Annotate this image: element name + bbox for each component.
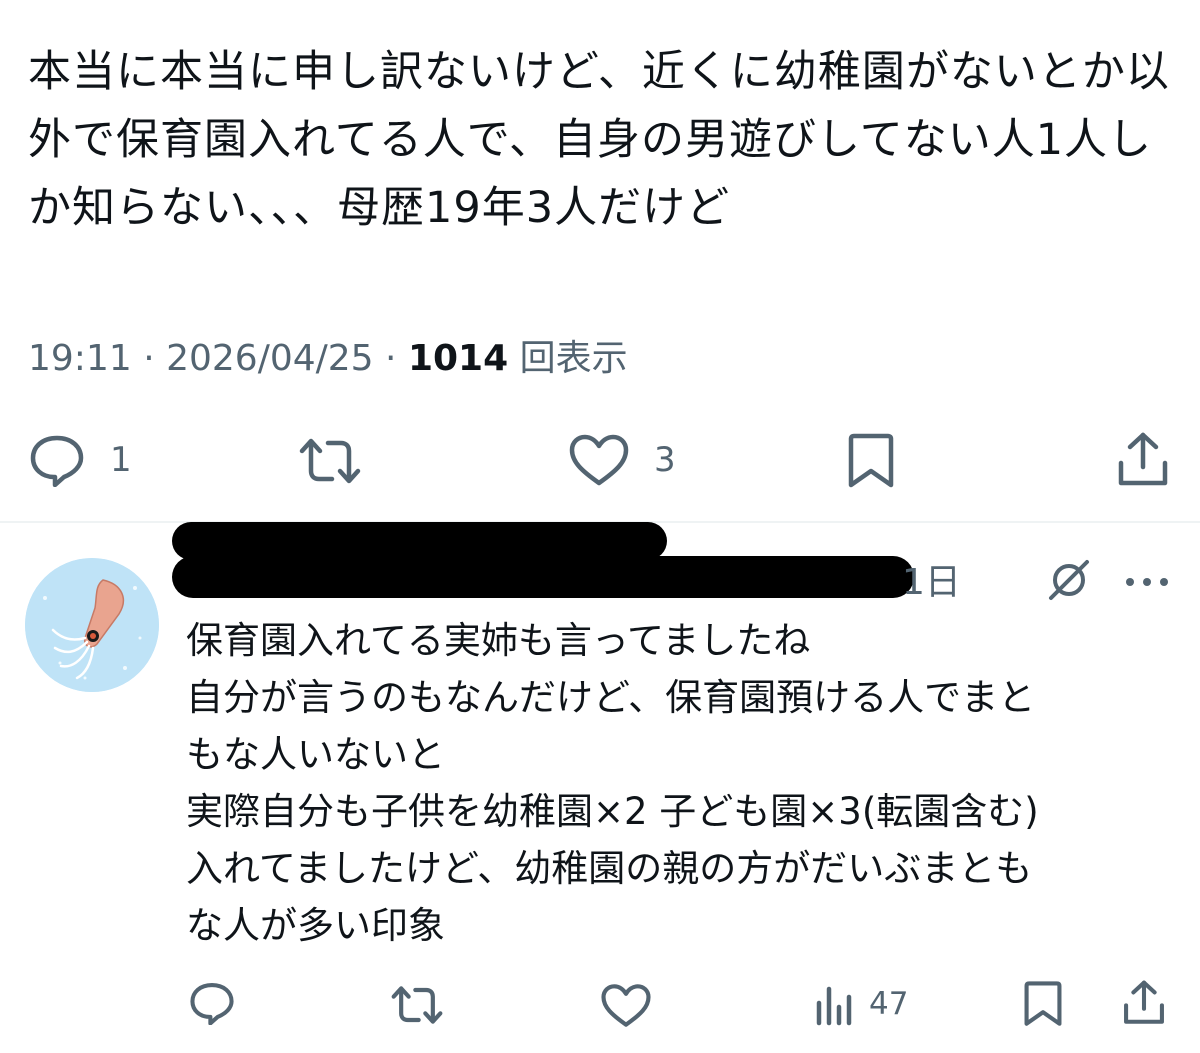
like-count: 3 bbox=[654, 440, 676, 480]
reply-date[interactable]: 1日 bbox=[902, 553, 961, 605]
redacted-handle bbox=[172, 556, 914, 598]
retweet-button[interactable] bbox=[390, 985, 444, 1025]
reply-line: 自分が言うのもなんだけど、保育園預ける人でまと bbox=[186, 676, 1036, 719]
views-icon bbox=[816, 986, 852, 1026]
heart-icon bbox=[601, 984, 651, 1027]
reply-line: 実際自分も子供を幼稚園×2 子ども園×3(転園含む) bbox=[186, 790, 1039, 833]
grok-icon[interactable] bbox=[1045, 558, 1093, 606]
tweet-detail-page: 本当に本当に申し訳ないけど、近くに幼稚園がないとか以外で保育園入れてる人で、自身… bbox=[0, 0, 1200, 1053]
redacted-username bbox=[172, 522, 667, 560]
tweet-meta: 19:11 · 2026/04/25 · 1014 回表示 bbox=[28, 334, 628, 384]
avatar[interactable] bbox=[25, 558, 159, 692]
reply-count: 1 bbox=[110, 440, 132, 480]
reply-line: もな人いないと bbox=[186, 733, 445, 776]
reply-button[interactable]: 1 bbox=[28, 433, 132, 487]
heart-icon bbox=[569, 434, 629, 486]
reply-button[interactable] bbox=[188, 981, 236, 1025]
reply-icon bbox=[30, 435, 84, 487]
retweet-button[interactable] bbox=[298, 437, 362, 485]
meta-separator: · bbox=[131, 338, 167, 379]
bookmark-icon bbox=[848, 433, 894, 488]
main-action-bar: 1 3 bbox=[0, 425, 1200, 495]
reply-text: 保育園入れてる実姉も言ってましたね 自分が言うのもなんだけど、保育園預ける人でま… bbox=[186, 612, 1176, 954]
views-label: 回表示 bbox=[519, 338, 628, 379]
retweet-icon bbox=[391, 986, 443, 1024]
more-icon[interactable] bbox=[1125, 573, 1169, 592]
bookmark-button[interactable] bbox=[846, 433, 896, 489]
bookmark-button[interactable] bbox=[1022, 981, 1064, 1027]
share-button[interactable] bbox=[1116, 431, 1170, 489]
squid-avatar-image bbox=[25, 558, 159, 692]
tweet-time[interactable]: 19:11 bbox=[28, 338, 132, 379]
reply-line: 入れてましたけど、幼稚園の親の方がだいぶまとも bbox=[186, 847, 1033, 890]
like-button[interactable]: 3 bbox=[568, 433, 676, 487]
reply-icon bbox=[190, 983, 234, 1025]
retweet-icon bbox=[299, 438, 361, 484]
main-tweet-text: 本当に本当に申し訳ないけど、近くに幼稚園がないとか以外で保育園入れてる人で、自身… bbox=[28, 47, 1170, 233]
bookmark-icon bbox=[1024, 981, 1062, 1026]
meta-separator: · bbox=[373, 338, 408, 379]
share-icon bbox=[1118, 432, 1168, 486]
share-button[interactable] bbox=[1122, 979, 1166, 1027]
reply-line: 保育園入れてる実姉も言ってましたね bbox=[186, 619, 811, 662]
main-tweet: 本当に本当に申し訳ないけど、近くに幼稚園がないとか以外で保育園入れてる人で、自身… bbox=[28, 38, 1178, 242]
views-count[interactable]: 1014 bbox=[408, 338, 508, 379]
views-button[interactable]: 47 bbox=[815, 981, 908, 1027]
views-count: 47 bbox=[869, 986, 909, 1022]
reply-action-bar: 47 bbox=[0, 975, 1200, 1035]
share-icon bbox=[1124, 980, 1164, 1024]
tweet-date[interactable]: 2026/04/25 bbox=[166, 338, 374, 379]
like-button[interactable] bbox=[600, 983, 652, 1028]
reply-line: な人が多い印象 bbox=[186, 904, 445, 947]
